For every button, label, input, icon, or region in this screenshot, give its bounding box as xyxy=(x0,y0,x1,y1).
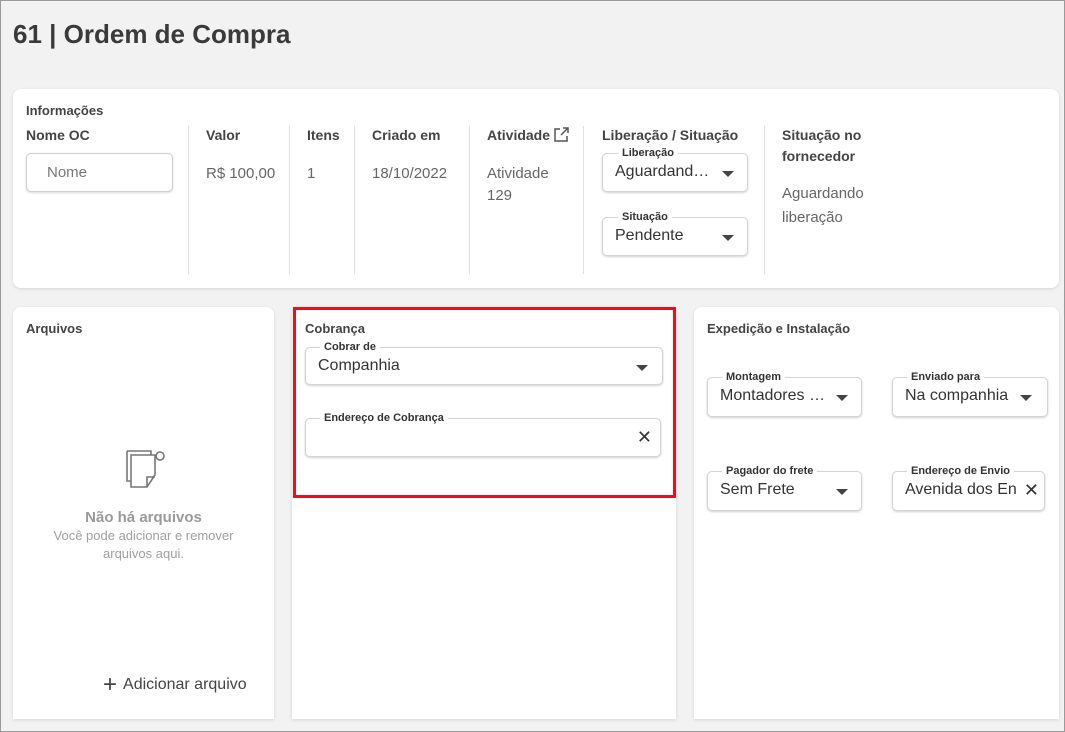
plus-icon: + xyxy=(103,671,118,698)
montagem-select[interactable]: Montagem Montadores da casa xyxy=(707,370,862,417)
chevron-down-icon xyxy=(836,395,848,401)
empty-files-title: Não há arquivos xyxy=(85,509,202,526)
billing-section-title: Cobrança xyxy=(305,321,365,336)
chevron-down-icon xyxy=(636,365,648,371)
situacao-fornecedor-label-line2: fornecedor xyxy=(782,148,856,164)
shipping-card: Expedição e Instalação Montagem Montador… xyxy=(694,307,1059,719)
liberacao-select-label: Liberação xyxy=(618,146,678,160)
add-file-button[interactable]: + Adicionar arquivo xyxy=(103,671,247,698)
column-divider xyxy=(583,126,584,274)
atividade-value-line2: 129 xyxy=(487,187,513,204)
criado-em-label: Criado em xyxy=(372,127,441,143)
add-file-label: Adicionar arquivo xyxy=(123,676,247,693)
cobrar-de-select[interactable]: Cobrar de Companhia xyxy=(305,340,663,385)
column-divider xyxy=(289,126,290,274)
endereco-cobranca-label: Endereço de Cobrança xyxy=(320,411,448,425)
close-icon[interactable]: ✕ xyxy=(637,427,652,447)
close-icon[interactable]: ✕ xyxy=(1024,480,1039,500)
info-card: Informações Nome OC Valor R$ 100,00 Iten… xyxy=(13,89,1059,288)
montagem-label: Montagem xyxy=(722,370,785,384)
column-divider xyxy=(354,126,355,274)
enviado-para-value: Na companhia xyxy=(905,387,1009,404)
situacao-fornecedor-value-line2: liberação xyxy=(782,209,843,226)
situacao-fornecedor-value-line1: Aguardando xyxy=(782,185,864,202)
atividade-value-line1: Atividade xyxy=(487,165,549,182)
billing-card: Cobrança Cobrar de Companhia Endereço de… xyxy=(292,307,676,719)
enviado-para-label: Enviado para xyxy=(907,370,985,384)
atividade-label: Atividade xyxy=(487,127,551,143)
nome-oc-label: Nome OC xyxy=(26,127,90,143)
pagador-frete-select[interactable]: Pagador do frete Sem Frete xyxy=(707,464,862,511)
chevron-down-icon xyxy=(722,171,734,177)
chevron-down-icon xyxy=(1020,395,1032,401)
montagem-value: Montadores da casa xyxy=(720,387,831,404)
endereco-envio-field[interactable]: Endereço de Envio Avenida dos Engenheiro… xyxy=(892,464,1045,511)
situacao-select[interactable]: Situação Pendente xyxy=(602,210,748,256)
itens-value: 1 xyxy=(307,165,316,182)
column-divider xyxy=(469,126,470,274)
situacao-select-label: Situação xyxy=(618,210,672,224)
liberacao-situacao-label: Liberação / Situação xyxy=(602,127,739,143)
page-title: 61 | Ordem de Compra xyxy=(13,19,291,49)
liberacao-select[interactable]: Liberação Aguardando liberação xyxy=(602,146,748,192)
endereco-envio-value: Avenida dos Engenheiros xyxy=(905,481,1016,498)
empty-files-description: Você pode adicionar e remover arquivos a… xyxy=(53,528,234,561)
info-section-title: Informações xyxy=(26,103,104,118)
endereco-cobranca-field[interactable]: Endereço de Cobrança ✕ xyxy=(305,411,661,457)
criado-em-value: 18/10/2022 xyxy=(372,165,448,182)
liberacao-select-value: Aguardando liberação xyxy=(615,163,715,180)
files-card: Arquivos Não há arquivos Você pode adici… xyxy=(13,307,274,719)
document-icon xyxy=(126,450,165,488)
valor-value: R$ 100,00 xyxy=(206,165,276,182)
chevron-down-icon xyxy=(836,489,848,495)
chevron-down-icon xyxy=(722,235,734,241)
cobrar-de-value: Companhia xyxy=(318,357,400,374)
pagador-frete-label: Pagador do frete xyxy=(722,464,818,478)
nome-oc-input[interactable] xyxy=(26,153,173,192)
situacao-fornecedor-label-line1: Situação no xyxy=(782,127,862,143)
enviado-para-select[interactable]: Enviado para Na companhia xyxy=(892,370,1048,417)
external-link-icon[interactable] xyxy=(553,126,570,143)
valor-label: Valor xyxy=(206,127,241,143)
endereco-envio-label: Endereço de Envio xyxy=(907,464,1015,478)
files-section-title: Arquivos xyxy=(26,321,83,336)
column-divider xyxy=(764,126,765,274)
shipping-section-title: Expedição e Instalação xyxy=(707,321,851,336)
cobrar-de-label: Cobrar de xyxy=(320,340,380,354)
situacao-select-value: Pendente xyxy=(615,227,684,244)
itens-label: Itens xyxy=(307,127,340,143)
pagador-frete-value: Sem Frete xyxy=(720,481,795,498)
column-divider xyxy=(188,126,189,274)
